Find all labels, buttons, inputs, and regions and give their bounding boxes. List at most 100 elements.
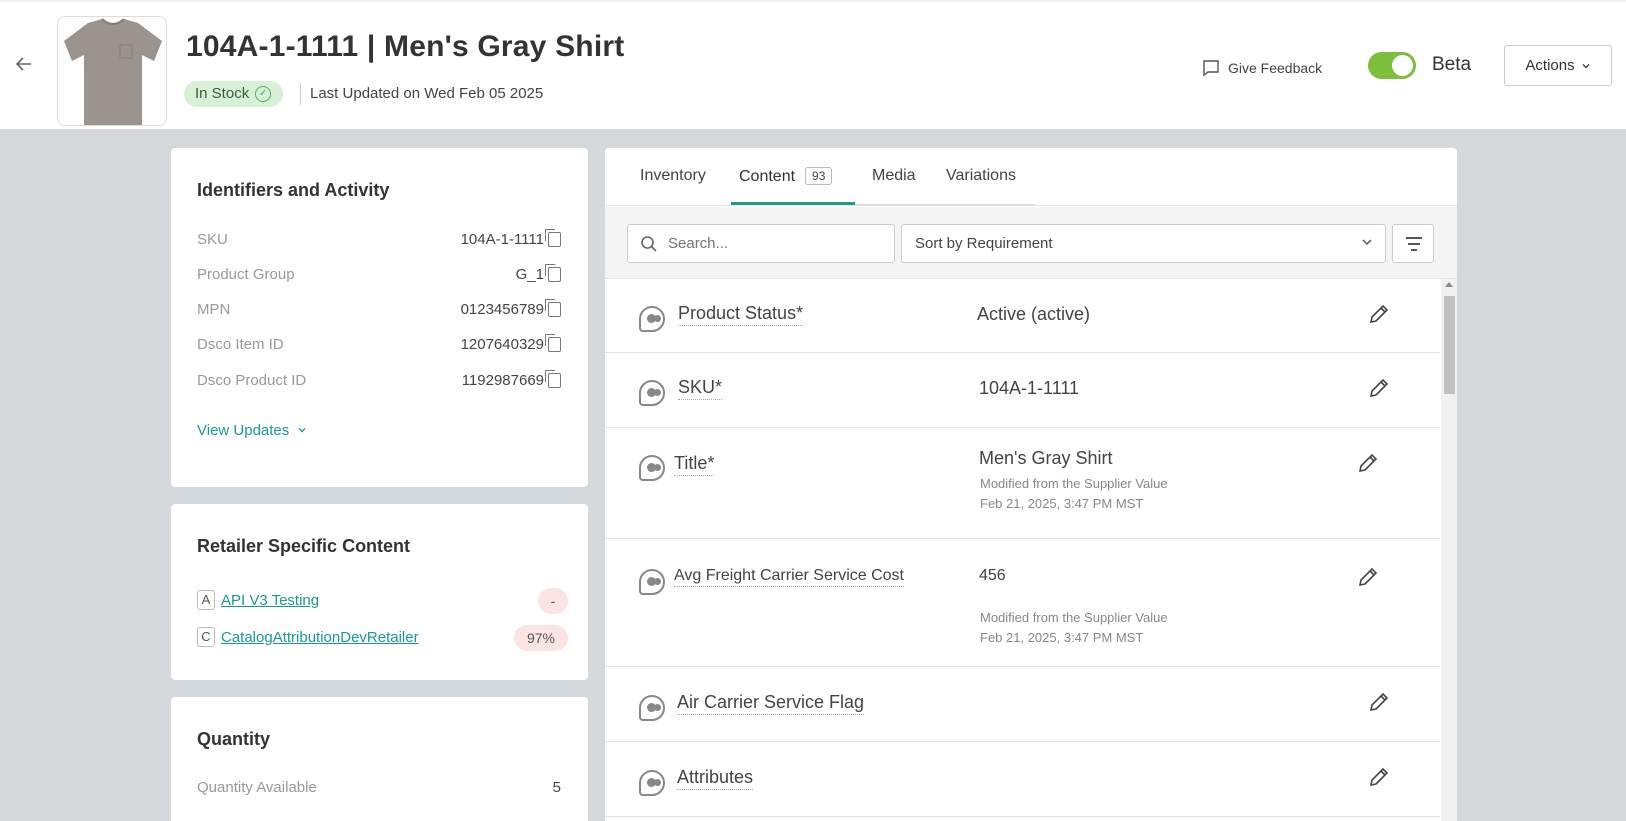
chevron-down-icon — [1361, 225, 1373, 262]
scrollbar[interactable] — [1441, 279, 1457, 821]
identifier-label: Dsco Item ID — [197, 336, 284, 353]
attribute-label[interactable]: SKU* — [678, 377, 723, 400]
view-updates-label: View Updates — [197, 422, 290, 439]
scroll-up-arrow-icon[interactable] — [1445, 282, 1453, 287]
sort-select[interactable]: Sort by Requirement — [901, 224, 1386, 263]
quantity-value: 5 — [552, 779, 561, 796]
scrollbar-thumb[interactable] — [1444, 296, 1455, 394]
stock-status-badge: In Stock ✓ — [184, 81, 284, 107]
actions-button[interactable]: Actions — [1504, 45, 1612, 86]
search-box — [627, 224, 895, 263]
copy-icon[interactable] — [545, 370, 561, 388]
source-icon — [639, 306, 665, 332]
copy-icon[interactable] — [545, 299, 561, 317]
tab-content-label: Content — [739, 168, 796, 185]
source-icon — [639, 770, 665, 796]
retailer-link[interactable]: API V3 Testing — [221, 592, 319, 609]
actions-label: Actions — [1525, 57, 1575, 74]
copy-icon[interactable] — [545, 334, 561, 352]
source-icon — [639, 695, 665, 721]
retailer-letter: C — [197, 627, 215, 647]
pencil-icon[interactable] — [1368, 377, 1390, 399]
identifiers-heading: Identifiers and Activity — [197, 180, 390, 200]
identifier-row-product-group: Product Group G_1 — [197, 264, 561, 283]
identifier-row-dsco-item-id: Dsco Item ID 1207640329 — [197, 334, 561, 353]
sort-value: Sort by Requirement — [915, 235, 1053, 252]
modified-timestamp: Feb 21, 2025, 3:47 PM MST — [980, 630, 1144, 645]
source-icon — [639, 569, 665, 595]
attribute-row-air-carrier-service-flag: Air Carrier Service Flag — [605, 667, 1440, 742]
identifier-row-mpn: MPN 0123456789 — [197, 299, 561, 318]
filter-icon — [1406, 237, 1422, 239]
last-updated: Last Updated on Wed Feb 05 2025 — [310, 85, 544, 102]
attribute-label[interactable]: Attributes — [677, 767, 754, 790]
tab-media[interactable]: Media — [872, 167, 916, 185]
give-feedback-label: Give Feedback — [1228, 60, 1323, 76]
retailer-link[interactable]: CatalogAttributionDevRetailer — [221, 629, 419, 646]
pencil-icon[interactable] — [1357, 566, 1379, 588]
identifier-row-dsco-product-id: Dsco Product ID 1192987669 — [197, 370, 561, 389]
attribute-row-sku: SKU* 104A-1-1111 — [605, 353, 1440, 428]
attribute-label[interactable]: Product Status* — [678, 303, 804, 326]
retailer-score-badge: 97% — [514, 625, 568, 651]
content-count-badge: 93 — [805, 167, 833, 185]
identifier-value: 0123456789 — [460, 301, 544, 318]
identifier-label: MPN — [197, 301, 231, 318]
view-updates-link[interactable]: View Updates — [197, 422, 307, 439]
pencil-icon[interactable] — [1368, 303, 1390, 325]
tab-variations[interactable]: Variations — [946, 167, 1016, 185]
retailer-item: A API V3 Testing — [197, 590, 319, 610]
tab-bar: Inventory Content 93 Media Variations — [605, 148, 1457, 206]
retailer-heading: Retailer Specific Content — [197, 536, 411, 556]
modified-note: Modified from the Supplier Value — [980, 610, 1168, 625]
pencil-icon[interactable] — [1368, 766, 1390, 788]
attribute-value: 104A-1-1111 — [979, 378, 1080, 398]
back-arrow-icon[interactable] — [14, 54, 34, 74]
page-title: 104A-1-1111 | Men's Gray Shirt — [186, 30, 625, 63]
beta-toggle[interactable] — [1368, 52, 1416, 79]
attribute-label[interactable]: Title* — [674, 453, 715, 476]
quantity-row: Quantity Available 5 — [197, 779, 561, 796]
product-thumbnail[interactable] — [57, 16, 167, 126]
retailer-score-badge: - — [538, 588, 568, 614]
modified-timestamp: Feb 21, 2025, 3:47 PM MST — [980, 496, 1144, 511]
divider — [300, 83, 301, 105]
give-feedback-button[interactable]: Give Feedback — [1202, 59, 1322, 77]
quantity-heading: Quantity — [197, 729, 271, 749]
comment-icon — [1203, 60, 1219, 77]
chevron-down-icon — [1582, 63, 1590, 68]
attribute-row-title: Title* Men's Gray Shirt Modified from th… — [605, 428, 1440, 539]
filter-button[interactable] — [1392, 224, 1434, 263]
pencil-icon[interactable] — [1368, 691, 1390, 713]
page-header: 104A-1-1111 | Men's Gray Shirt In Stock … — [0, 0, 1626, 129]
tab-content[interactable]: Content 93 — [739, 167, 833, 186]
copy-icon[interactable] — [545, 264, 561, 282]
identifier-label: SKU — [197, 231, 228, 248]
identifier-value: 1192987669 — [461, 372, 544, 389]
search-input[interactable] — [668, 235, 868, 252]
tab-inventory[interactable]: Inventory — [640, 167, 706, 185]
check-circle-icon: ✓ — [255, 86, 272, 102]
stock-status-label: In Stock — [195, 85, 250, 102]
attribute-label[interactable]: Avg Freight Carrier Service Cost — [674, 567, 904, 587]
filter-icon-line — [1408, 243, 1420, 245]
beta-label: Beta — [1432, 54, 1472, 75]
search-icon — [641, 235, 657, 252]
attribute-value: 456 — [979, 567, 1006, 584]
content-panel: Inventory Content 93 Media Variations Sor… — [605, 148, 1457, 821]
attribute-row-avg-freight-carrier-service-cost: Avg Freight Carrier Service Cost 456 Mod… — [605, 539, 1440, 667]
tab-divider — [855, 204, 1035, 205]
identifier-value: G_1 — [515, 266, 544, 283]
toggle-knob — [1392, 55, 1413, 76]
retailer-content-card: Retailer Specific Content A API V3 Testi… — [171, 504, 588, 680]
identifier-label: Dsco Product ID — [197, 372, 307, 389]
quantity-card: Quantity Quantity Available 5 — [171, 697, 588, 821]
copy-icon[interactable] — [545, 229, 561, 247]
chevron-down-icon — [298, 428, 306, 433]
pencil-icon[interactable] — [1357, 452, 1379, 474]
quantity-label: Quantity Available — [197, 779, 317, 796]
retailer-letter: A — [197, 590, 215, 610]
attribute-label[interactable]: Air Carrier Service Flag — [677, 692, 865, 715]
attribute-row-product-status: Product Status* Active (active) — [605, 279, 1440, 353]
retailer-item: C CatalogAttributionDevRetailer — [197, 627, 419, 647]
